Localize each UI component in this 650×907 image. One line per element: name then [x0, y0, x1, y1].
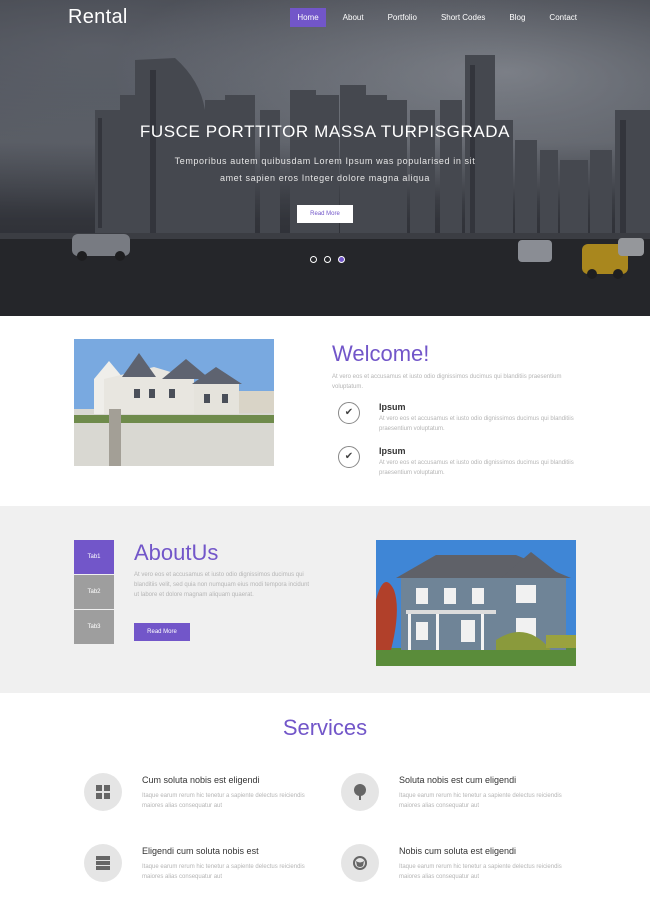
globe-icon: [341, 844, 379, 882]
nav-short-codes[interactable]: Short Codes: [434, 8, 492, 27]
service-title: Soluta nobis est cum eligendi: [399, 775, 517, 785]
server-icon: [84, 844, 122, 882]
site-logo[interactable]: Rental: [68, 6, 128, 29]
service-text: Itaque earum rerum hic tenetur a sapient…: [399, 793, 562, 809]
slider-dot-2[interactable]: [324, 256, 331, 263]
service-text: Itaque earum rerum hic tenetur a sapient…: [142, 864, 305, 880]
about-tabs: Tab1 Tab2 Tab3: [74, 540, 114, 645]
welcome-title: Welcome!: [332, 341, 430, 366]
welcome-text: At vero eos et accusamus et iusto odio d…: [332, 374, 562, 390]
about-title: AboutUs: [134, 540, 219, 565]
services-section: Services Cum soluta nobis est eligendi I…: [0, 693, 650, 907]
tab-3[interactable]: Tab3: [74, 610, 114, 644]
about-text: At vero eos et accusamus et iusto odio d…: [134, 572, 310, 598]
service-title: Nobis cum soluta est eligendi: [399, 846, 517, 856]
service-title: Cum soluta nobis est eligendi: [142, 775, 260, 785]
nav-home[interactable]: Home: [290, 8, 326, 27]
house-image: [376, 540, 576, 666]
feature-title: Ipsum: [379, 446, 406, 456]
service-item: Eligendi cum soluta nobis est Itaque ear…: [84, 844, 314, 904]
service-text: Itaque earum rerum hic tenetur a sapient…: [142, 793, 305, 809]
slider-dots: [310, 256, 345, 263]
grid-icon: [84, 773, 122, 811]
nav-about[interactable]: About: [336, 8, 371, 27]
service-item: Soluta nobis est cum eligendi Itaque ear…: [341, 773, 571, 833]
service-item: Cum soluta nobis est eligendi Itaque ear…: [84, 773, 314, 833]
slider-dot-3[interactable]: [338, 256, 345, 263]
tab-1[interactable]: Tab1: [74, 540, 114, 574]
service-title: Eligendi cum soluta nobis est: [142, 846, 259, 856]
feature-title: Ipsum: [379, 402, 406, 412]
tree-icon: [341, 773, 379, 811]
hero-subtitle: Temporibus autem quibusdam Lorem Ipsum w…: [174, 156, 476, 183]
feature-text: At vero eos et accusamus et iusto odio d…: [379, 460, 574, 476]
check-icon: ✔: [338, 402, 360, 424]
about-section: Tab1 Tab2 Tab3 AboutUs At vero eos et ac…: [0, 506, 650, 693]
hero-read-more-button[interactable]: Read More: [297, 205, 353, 223]
nav-blog[interactable]: Blog: [502, 8, 532, 27]
nav-contact[interactable]: Contact: [542, 8, 584, 27]
service-text: Itaque earum rerum hic tenetur a sapient…: [399, 864, 562, 880]
feature-text: At vero eos et accusamus et iusto odio d…: [379, 416, 574, 432]
slider-dot-1[interactable]: [310, 256, 317, 263]
services-title: Services: [282, 715, 368, 740]
about-read-more-button[interactable]: Read More: [134, 623, 190, 641]
welcome-section: Welcome! At vero eos et accusamus et ius…: [0, 316, 650, 506]
main-nav: Home About Portfolio Short Codes Blog Co…: [280, 8, 584, 27]
hero-banner: Rental Home About Portfolio Short Codes …: [0, 0, 650, 316]
hero-title: FUSCE PORTTITOR MASSA TURPISGRADA: [139, 122, 511, 141]
nav-portfolio[interactable]: Portfolio: [381, 8, 424, 27]
service-item: Nobis cum soluta est eligendi Itaque ear…: [341, 844, 571, 904]
tab-2[interactable]: Tab2: [74, 575, 114, 609]
check-icon: ✔: [338, 446, 360, 468]
mansion-image: [74, 339, 274, 466]
